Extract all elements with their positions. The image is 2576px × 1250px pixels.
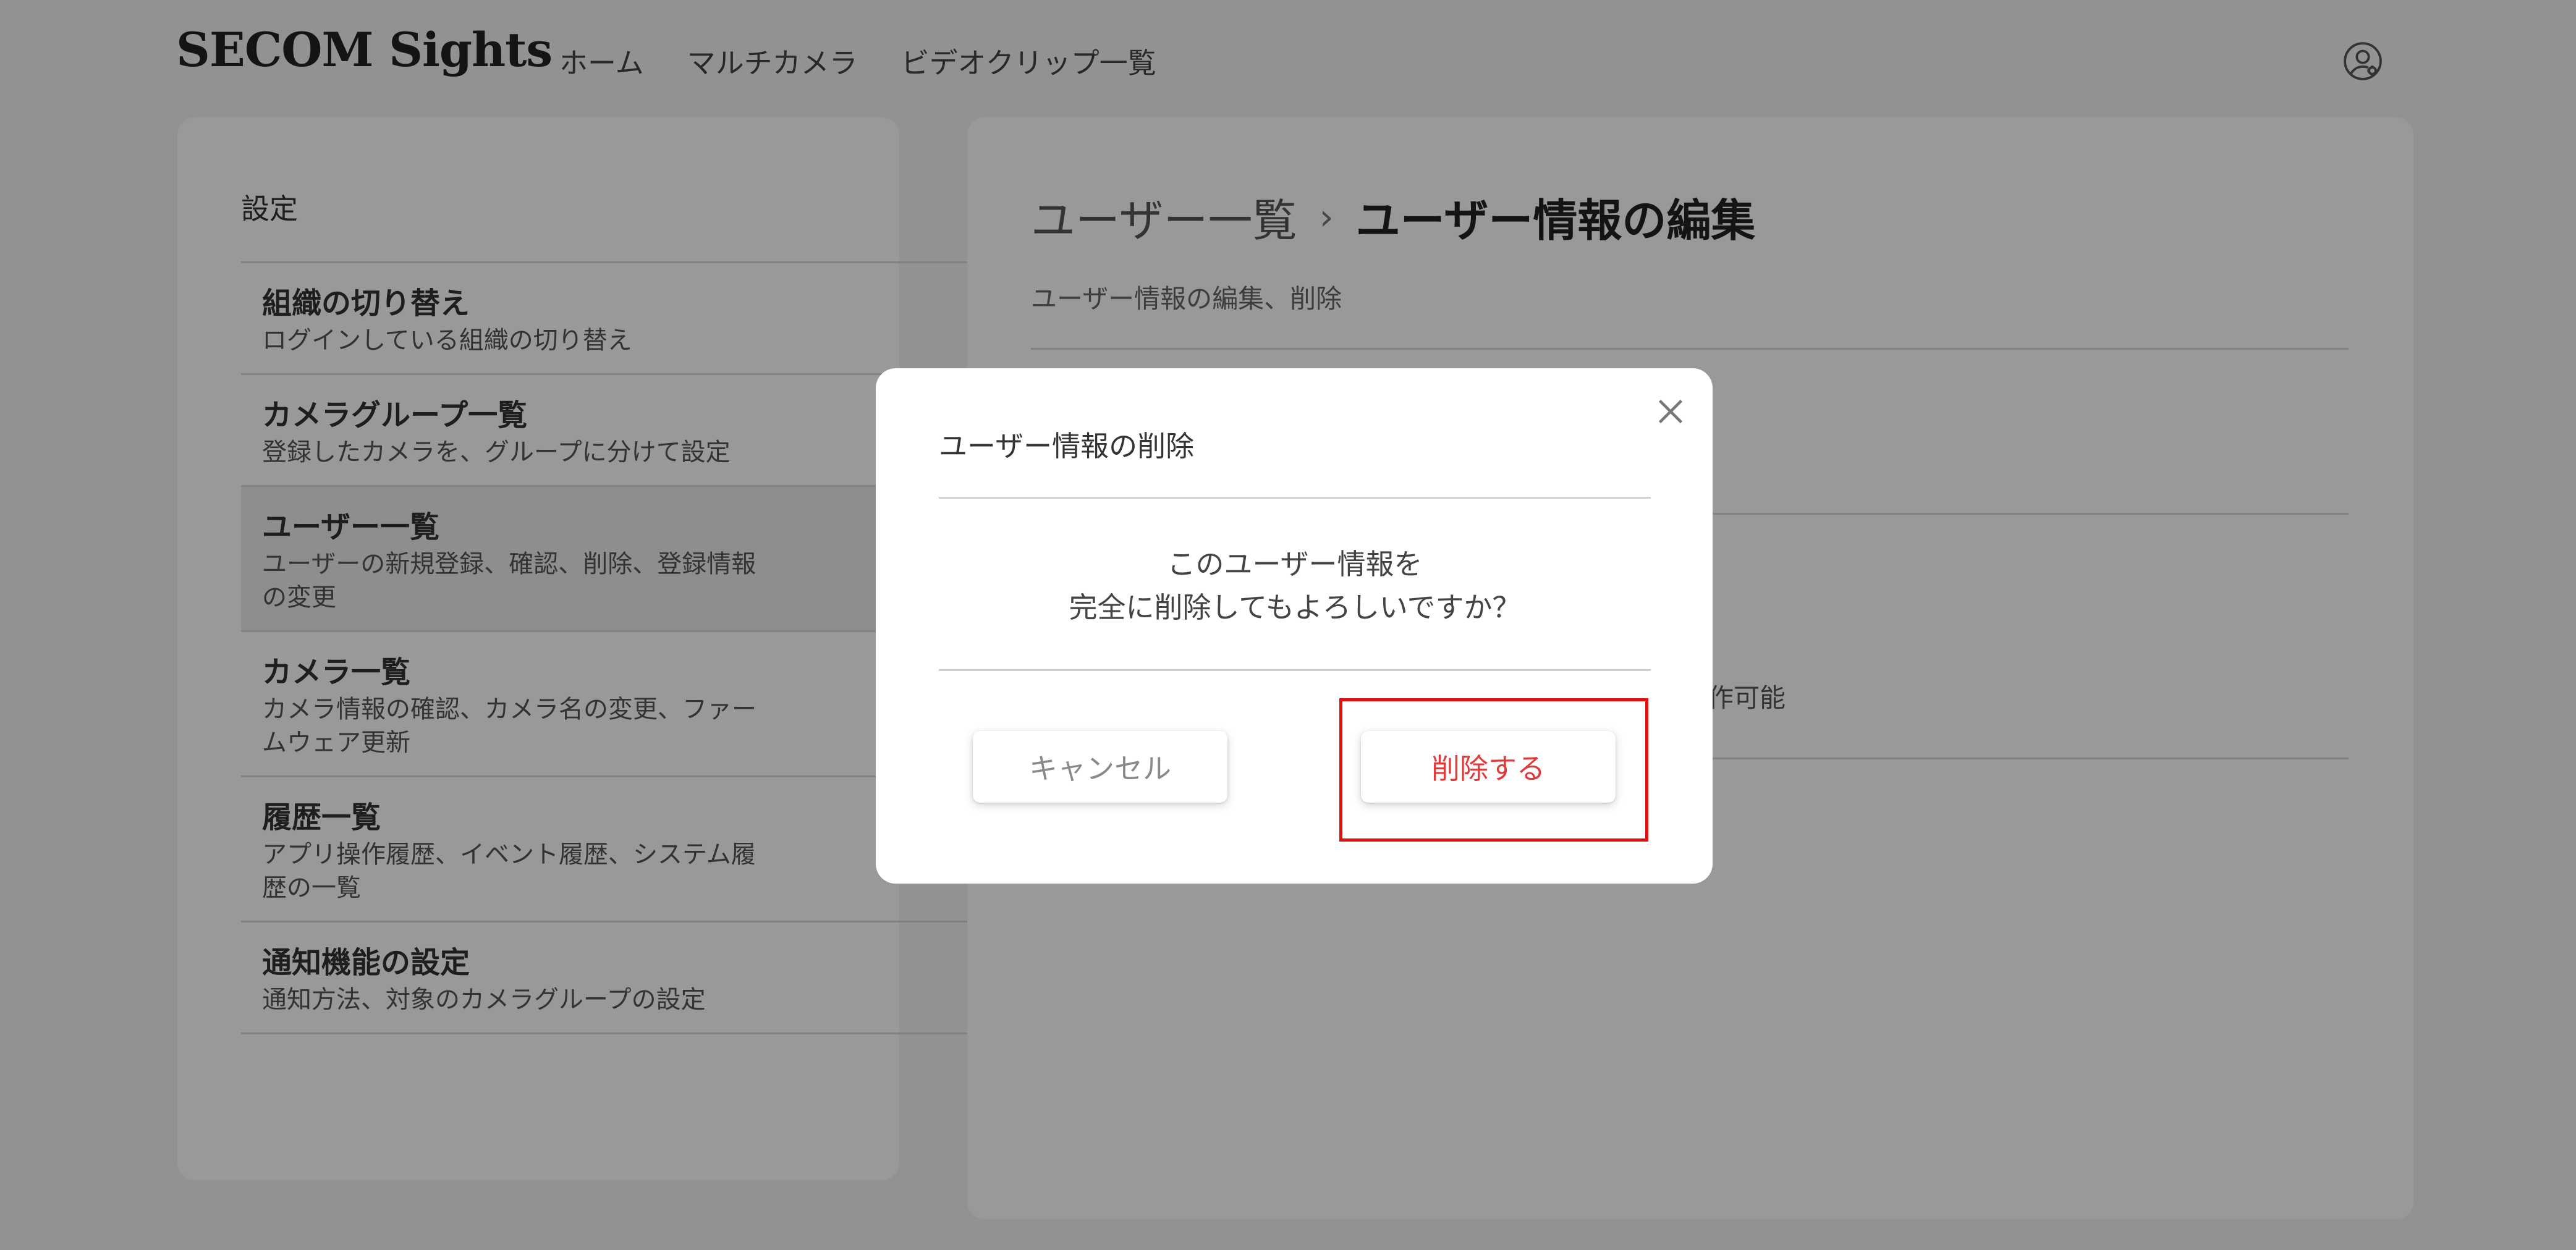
close-icon[interactable] (1652, 393, 1689, 430)
dialog-message-line: 完全に削除してもよろしいですか？ (1069, 591, 1521, 624)
delete-user-dialog: ユーザー情報の削除 このユーザー情報を 完全に削除してもよろしいですか？ キャン… (876, 368, 1713, 884)
divider (939, 669, 1651, 671)
dialog-message-line: このユーザー情報を (1167, 547, 1423, 581)
divider (939, 497, 1651, 499)
dialog-message: このユーザー情報を 完全に削除してもよろしいですか？ (939, 543, 1651, 629)
dialog-title: ユーザー情報の削除 (939, 429, 1195, 463)
cancel-button[interactable]: キャンセル (973, 731, 1227, 803)
delete-button[interactable]: 削除する (1361, 731, 1616, 803)
